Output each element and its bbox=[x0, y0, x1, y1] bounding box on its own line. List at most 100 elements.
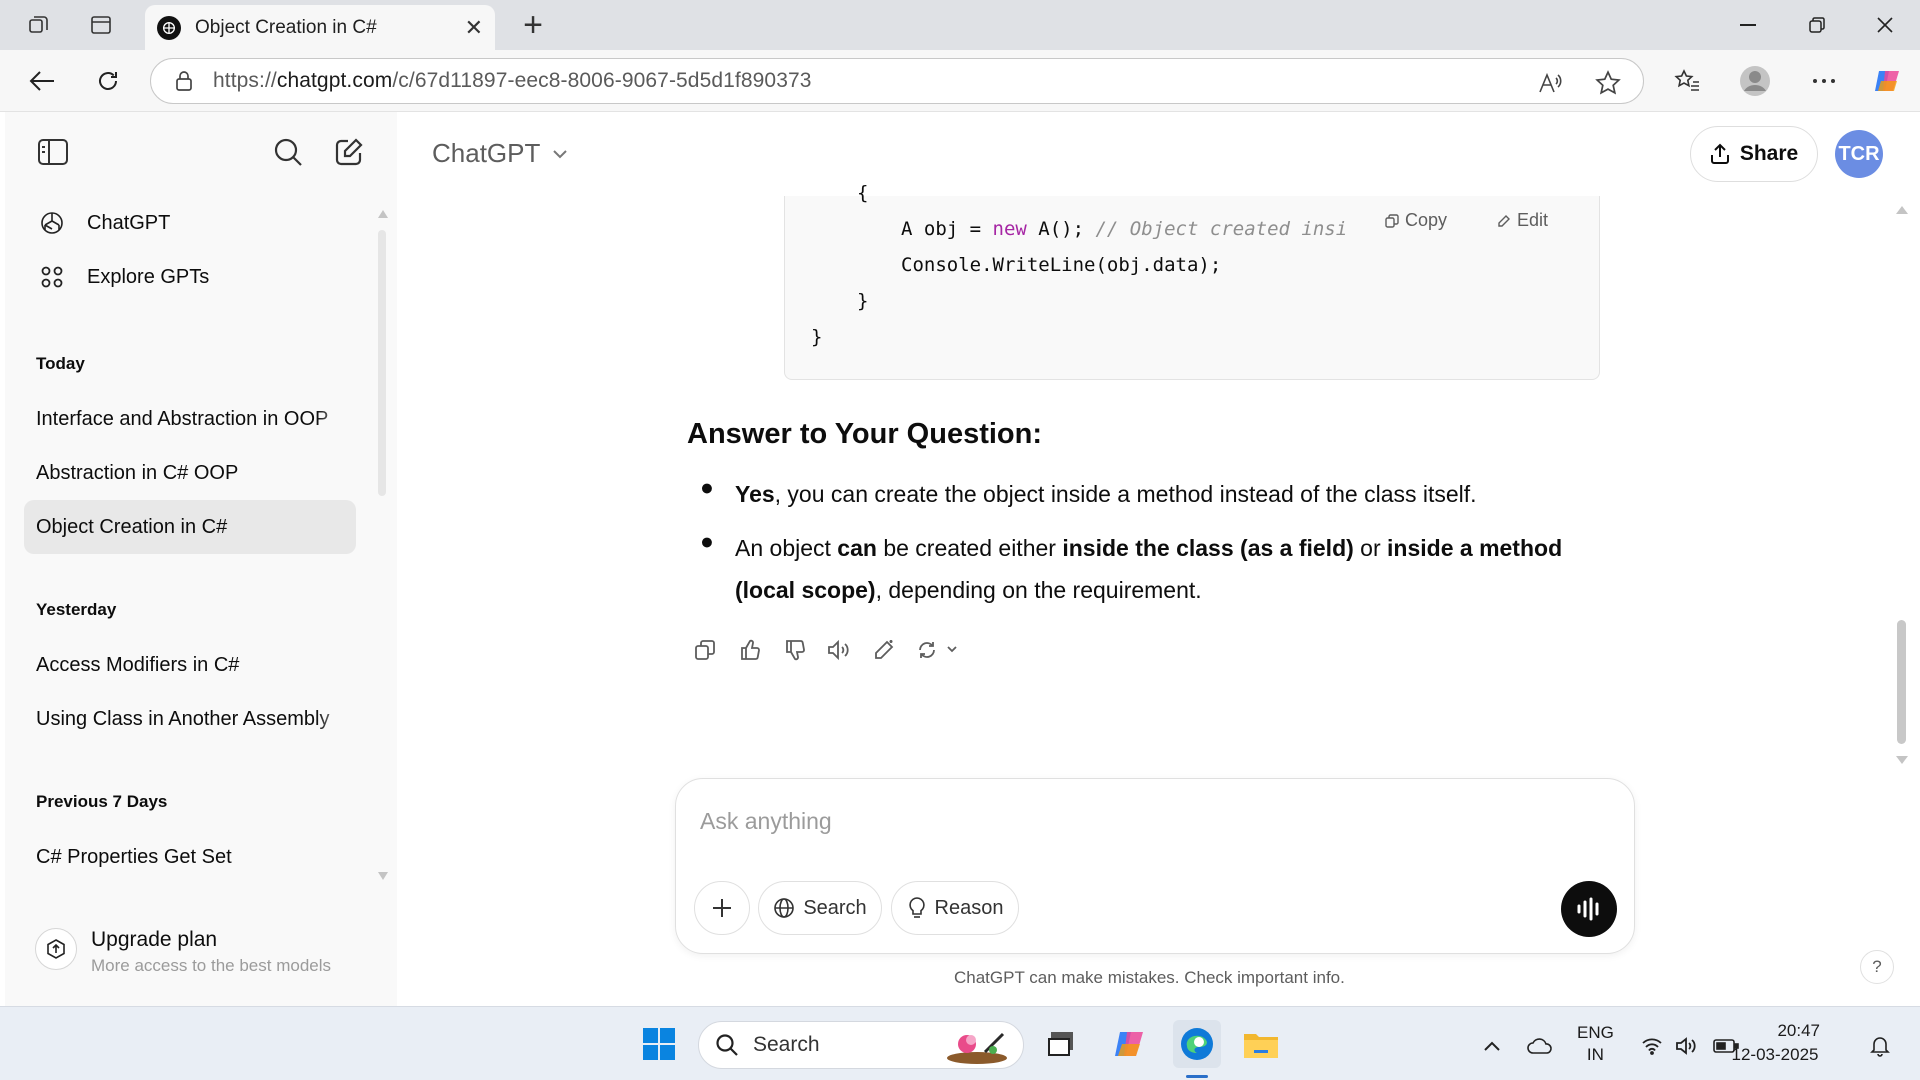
search-button[interactable]: Search bbox=[758, 881, 882, 935]
task-view-icon[interactable] bbox=[1040, 1023, 1082, 1065]
section-heading-previous-7-days: Previous 7 Days bbox=[36, 792, 168, 811]
section-heading-today: Today bbox=[36, 354, 85, 373]
edge-browser-icon[interactable] bbox=[1173, 1020, 1221, 1068]
taskbar-search[interactable]: Search bbox=[698, 1021, 1024, 1069]
chat-history-item[interactable]: Access Modifiers in C# bbox=[24, 638, 356, 692]
clock[interactable]: 20:47 bbox=[1760, 1021, 1820, 1041]
read-aloud-icon[interactable] bbox=[1536, 69, 1564, 97]
model-name: ChatGPT bbox=[432, 138, 541, 168]
waveform-icon bbox=[1575, 897, 1603, 921]
workspaces-icon[interactable] bbox=[26, 12, 52, 38]
copilot-icon[interactable] bbox=[1870, 64, 1904, 98]
message-composer: Search Reason bbox=[675, 778, 1635, 954]
regenerate-icon[interactable] bbox=[913, 635, 963, 665]
profile-icon[interactable] bbox=[1738, 64, 1772, 98]
favorites-icon[interactable] bbox=[1670, 64, 1704, 98]
copy-code-button[interactable]: Copy bbox=[1385, 210, 1447, 231]
volume-icon[interactable] bbox=[1674, 1035, 1698, 1057]
back-icon[interactable] bbox=[25, 64, 59, 98]
answer-bullet-1: Yes, you can create the object inside a … bbox=[735, 481, 1477, 507]
chatgpt-favicon-icon bbox=[157, 16, 181, 40]
windows-taskbar: Search ENG IN 20:47 12-03-2025 bbox=[0, 1006, 1920, 1080]
close-window-icon[interactable] bbox=[1865, 8, 1905, 42]
minimize-icon[interactable] bbox=[1728, 8, 1768, 42]
voice-mode-button[interactable] bbox=[1561, 881, 1617, 937]
browser-tab-bar: Object Creation in C# ✕ + bbox=[0, 0, 1920, 51]
scroll-up-arrow-icon[interactable] bbox=[1896, 206, 1908, 214]
copy-message-icon[interactable] bbox=[690, 635, 720, 665]
sidebar-scrollbar[interactable] bbox=[378, 230, 386, 496]
language-indicator[interactable]: ENG IN bbox=[1577, 1023, 1614, 1065]
model-selector[interactable]: ChatGPT bbox=[432, 138, 568, 169]
new-tab-icon[interactable]: + bbox=[520, 8, 546, 42]
vertical-tabs-icon[interactable] bbox=[88, 12, 114, 38]
url-text[interactable]: https://chatgpt.com/c/67d11897-eec8-8006… bbox=[213, 69, 812, 93]
active-app-indicator bbox=[1186, 1075, 1208, 1078]
read-aloud-icon[interactable] bbox=[824, 635, 854, 665]
tab-close-icon[interactable]: ✕ bbox=[465, 15, 483, 41]
help-button[interactable]: ? bbox=[1860, 950, 1894, 984]
code-line: } bbox=[811, 326, 823, 348]
chat-input[interactable] bbox=[700, 801, 1560, 841]
thumbs-down-icon[interactable] bbox=[780, 635, 810, 665]
bullet-dot: ● bbox=[700, 474, 714, 500]
show-hidden-icons-chevron-icon[interactable] bbox=[1480, 1035, 1504, 1057]
chat-history-item[interactable]: Abstraction in C# OOP bbox=[24, 446, 356, 500]
scroll-up-arrow-icon[interactable] bbox=[378, 210, 388, 218]
windows-start-icon[interactable] bbox=[638, 1023, 680, 1065]
chat-scrollbar[interactable] bbox=[1897, 620, 1906, 744]
search-chats-icon[interactable] bbox=[270, 134, 306, 170]
onedrive-cloud-icon[interactable] bbox=[1526, 1035, 1554, 1057]
share-button[interactable]: Share bbox=[1690, 126, 1818, 182]
globe-icon bbox=[773, 897, 795, 919]
chat-history-item[interactable]: Using Class in Another Assembly bbox=[24, 692, 356, 746]
refresh-icon[interactable] bbox=[91, 64, 125, 98]
scroll-down-arrow-icon[interactable] bbox=[378, 872, 388, 880]
chat-history-item[interactable]: C# Properties Get Set bbox=[24, 830, 356, 884]
answer-bullet-2: An object can be created either inside t… bbox=[735, 535, 1563, 603]
code-line: } bbox=[857, 290, 869, 312]
new-chat-icon[interactable] bbox=[331, 134, 367, 170]
share-icon bbox=[1710, 143, 1730, 165]
upgrade-title: Upgrade plan bbox=[91, 928, 218, 951]
search-highlight-icon bbox=[941, 1026, 1013, 1066]
active-tab[interactable]: Object Creation in C# ✕ bbox=[145, 5, 495, 51]
pencil-icon bbox=[1497, 214, 1511, 228]
upgrade-icon bbox=[35, 928, 77, 970]
chevron-down-icon bbox=[552, 149, 568, 159]
avatar[interactable]: TCR bbox=[1835, 130, 1883, 178]
thumbs-up-icon[interactable] bbox=[735, 635, 765, 665]
code-line: A obj = new A(); // Object created insi bbox=[901, 218, 1348, 240]
lightbulb-icon bbox=[907, 896, 927, 920]
address-bar[interactable]: https://chatgpt.com/c/67d11897-eec8-8006… bbox=[150, 58, 1644, 104]
favorite-star-icon[interactable] bbox=[1594, 69, 1622, 97]
scroll-down-arrow-icon[interactable] bbox=[1896, 756, 1908, 764]
wifi-icon[interactable] bbox=[1640, 1035, 1664, 1057]
toggle-sidebar-icon[interactable] bbox=[35, 134, 71, 170]
upgrade-plan-button[interactable]: Upgrade plan More access to the best mod… bbox=[35, 924, 375, 994]
grid-icon bbox=[37, 262, 67, 292]
date[interactable]: 12-03-2025 bbox=[1732, 1045, 1822, 1065]
attach-button[interactable] bbox=[694, 881, 750, 935]
lock-icon[interactable] bbox=[175, 70, 193, 92]
code-line: { bbox=[857, 182, 869, 204]
sidebar-item-chatgpt[interactable]: ChatGPT bbox=[37, 201, 170, 245]
sidebar-item-explore-gpts[interactable]: Explore GPTs bbox=[37, 255, 209, 299]
more-options-icon[interactable] bbox=[1807, 64, 1841, 98]
reason-button[interactable]: Reason bbox=[891, 881, 1019, 935]
sidebar-nav-label: ChatGPT bbox=[87, 211, 171, 234]
edit-in-canvas-icon[interactable] bbox=[869, 635, 899, 665]
browser-toolbar: https://chatgpt.com/c/67d11897-eec8-8006… bbox=[0, 50, 1920, 112]
chat-history-item[interactable]: Interface and Abstraction in OOP bbox=[24, 392, 356, 446]
chat-header: ChatGPT Share TCR bbox=[397, 112, 1920, 196]
file-explorer-icon[interactable] bbox=[1240, 1023, 1282, 1065]
code-block: { A obj = new A(); // Object created ins… bbox=[784, 182, 1600, 380]
restore-icon[interactable] bbox=[1797, 8, 1837, 42]
tab-title: Object Creation in C# bbox=[195, 17, 377, 38]
share-label: Share bbox=[1739, 142, 1799, 165]
notification-icon[interactable] bbox=[1868, 1035, 1892, 1057]
copilot-app-icon[interactable] bbox=[1108, 1023, 1150, 1065]
openai-logo-icon bbox=[37, 208, 67, 238]
chat-history-item-active[interactable]: Object Creation in C# bbox=[24, 500, 356, 554]
edit-code-button[interactable]: Edit bbox=[1497, 210, 1548, 231]
